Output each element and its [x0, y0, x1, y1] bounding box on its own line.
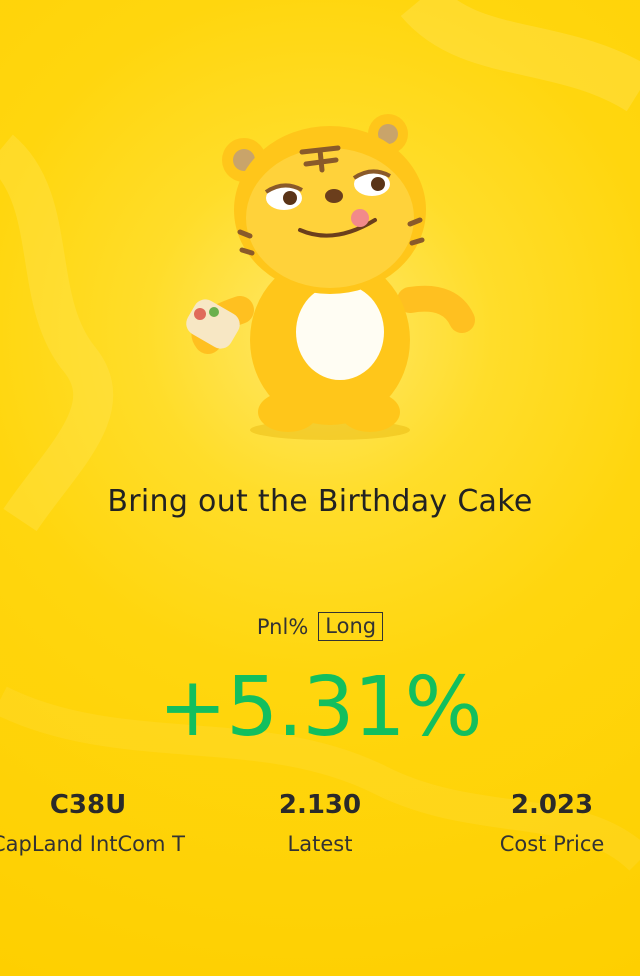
stock-name: CapLand IntCom T [0, 832, 185, 856]
stock-code: C38U [49, 790, 127, 820]
pnl-row: Pnl% Long [0, 612, 640, 641]
stat-cost-price: 2.023 Cost Price [437, 790, 640, 856]
position-badge: Long [318, 612, 384, 641]
stat-latest: 2.130 Latest [205, 790, 435, 856]
tiger-mascot-image [186, 114, 475, 440]
headline: Bring out the Birthday Cake [107, 484, 533, 519]
cost-price-label: Cost Price [499, 832, 605, 856]
cost-price-value: 2.023 [510, 790, 594, 820]
latest-label: Latest [287, 832, 353, 856]
pnl-percentage-value: +5.31% [158, 660, 482, 755]
stat-symbol: C38U CapLand IntCom T [0, 790, 203, 856]
pnl-label: Pnl% [256, 614, 309, 639]
latest-price: 2.130 [278, 790, 362, 820]
